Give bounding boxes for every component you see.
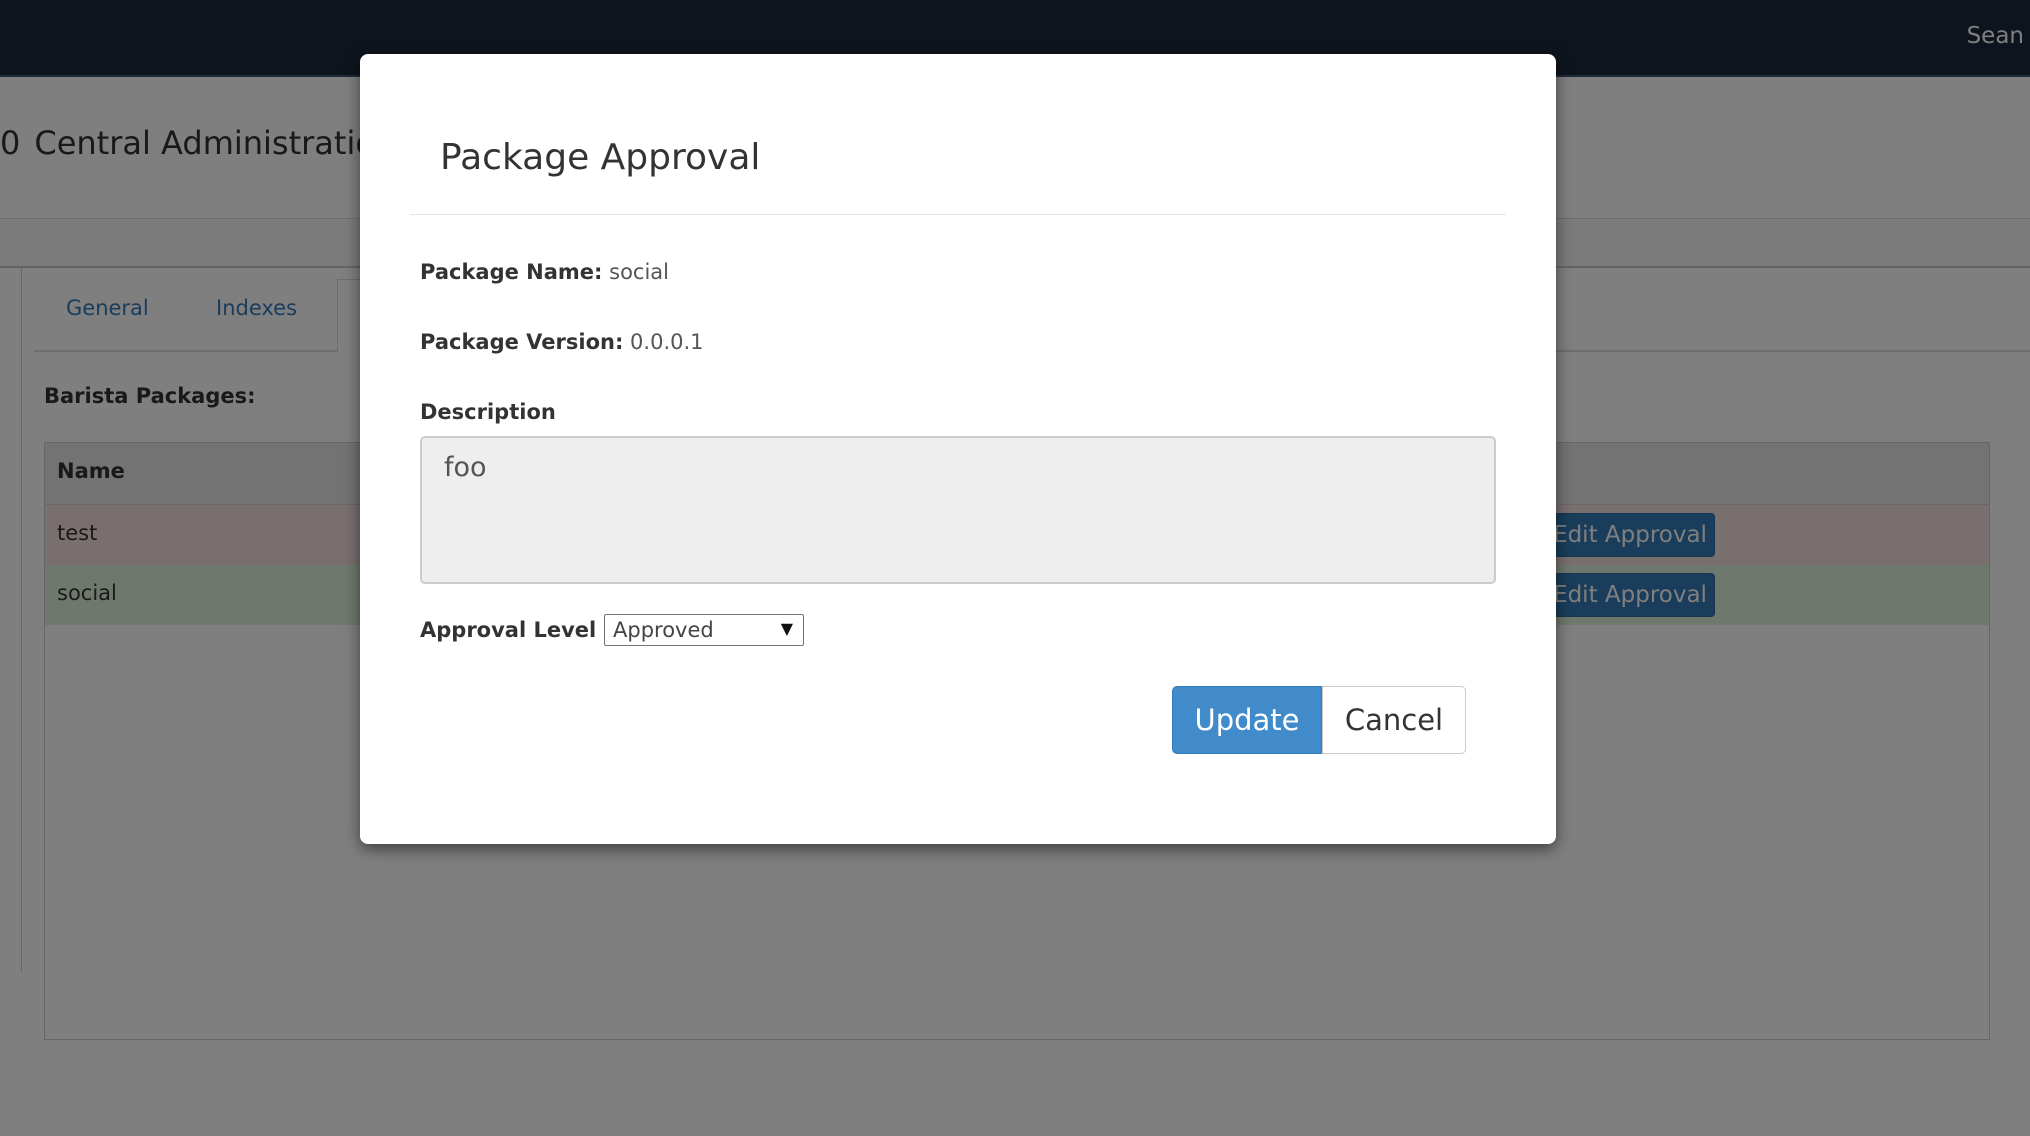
description-label: Description [420,400,556,424]
package-approval-modal: Package Approval Package Name: social Pa… [360,54,1556,844]
modal-title: Package Approval [440,137,761,178]
update-button[interactable]: Update [1172,686,1322,754]
description-textarea[interactable]: foo [420,436,1496,584]
approval-level-value: Approved [613,618,714,642]
modal-divider [410,214,1506,215]
package-version-value: 0.0.0.1 [630,330,704,354]
package-version-row: Package Version: 0.0.0.1 [420,330,704,354]
package-name-label: Package Name: [420,260,603,284]
chevron-down-icon: ▼ [780,619,793,638]
approval-level-select[interactable]: Approved ▼ [604,614,804,646]
package-version-label: Package Version: [420,330,624,354]
cancel-button[interactable]: Cancel [1322,686,1466,754]
package-name-value: social [609,260,669,284]
approval-level-label: Approval Level [420,618,597,642]
package-name-row: Package Name: social [420,260,669,284]
